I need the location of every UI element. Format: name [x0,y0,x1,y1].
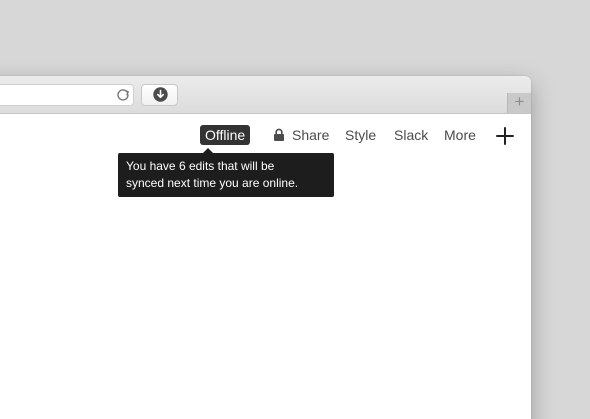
offline-tooltip: You have 6 edits that will be synced nex… [118,148,334,197]
desktop-background: + Offline Share Style Slack More You hav… [0,0,590,419]
plus-icon[interactable] [496,127,514,145]
lock-icon [274,128,284,141]
tooltip-arrow [203,148,213,153]
new-tab-button[interactable]: + [507,93,531,113]
browser-toolbar: + [0,76,531,114]
share-button[interactable]: Share [292,126,329,144]
style-button[interactable]: Style [345,126,376,144]
page-content: Offline Share Style Slack More You have … [0,114,531,419]
downloads-button[interactable] [141,84,178,106]
tooltip-line-2: synced next time you are online. [126,176,299,190]
slack-button[interactable]: Slack [394,126,428,144]
new-tab-plus-icon: + [514,92,525,111]
download-icon [153,87,168,102]
more-button[interactable]: More [444,126,476,144]
offline-status-badge[interactable]: Offline [200,125,251,145]
tooltip-line-1: You have 6 edits that will be [126,159,275,173]
reload-icon[interactable] [115,87,131,103]
address-bar[interactable] [0,84,134,106]
browser-window: + Offline Share Style Slack More You hav… [0,76,531,419]
